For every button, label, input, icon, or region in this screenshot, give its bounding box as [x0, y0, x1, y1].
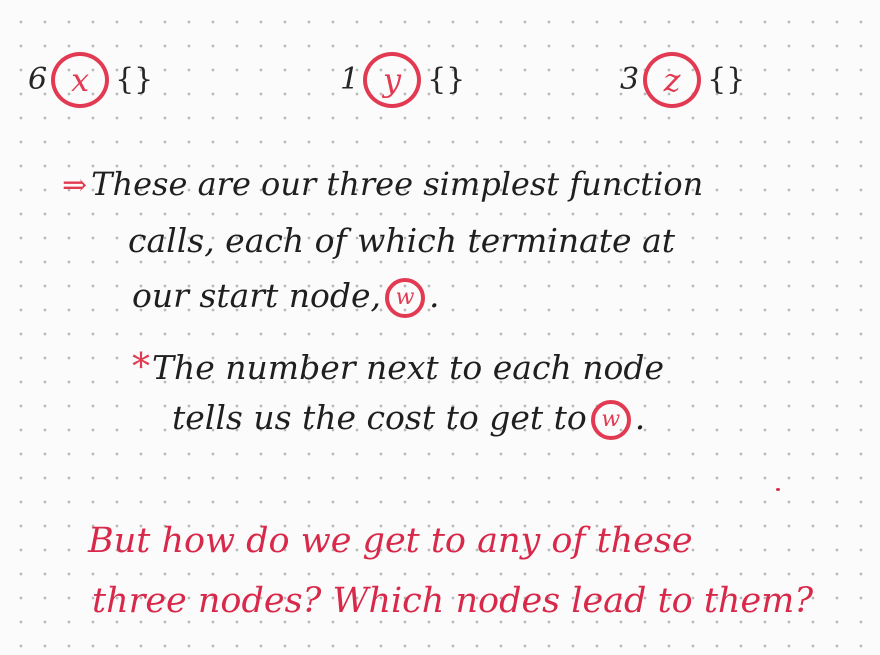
node-z-braces: {} — [707, 62, 746, 97]
node-x-group: 6 x {} — [28, 50, 153, 110]
note1-line3: our start node, w. — [132, 278, 440, 318]
note2-line2-period: . — [634, 398, 646, 437]
question-line1: But how do we get to any of these — [88, 521, 693, 561]
note1-line1: ⇒ These are our three simplest function — [62, 168, 703, 201]
question-line2: three nodes? Which nodes lead to them? — [92, 581, 814, 621]
note2-line1-text: The number next to each node — [152, 348, 664, 387]
note2-line2-text: tells us the cost to get to — [172, 398, 587, 437]
node-y-group: 1 y {} — [340, 50, 465, 110]
node-w-circle: w — [590, 400, 631, 440]
node-z-cost: 3 — [620, 62, 640, 97]
notebook-page: 6 x {} 1 y {} 3 z {} ⇒ These are our thre… — [0, 0, 880, 655]
double-arrow-icon: ⇒ — [62, 168, 88, 203]
node-x-circle: x — [51, 52, 110, 108]
note2-line2: tells us the cost to get to w. — [172, 400, 645, 440]
ink-speck — [776, 488, 780, 491]
note1-line3-text: our start node, — [132, 276, 382, 315]
node-y-braces: {} — [427, 62, 466, 97]
start-node-w-circle: w — [385, 278, 426, 318]
note1-line3-period: . — [429, 276, 440, 315]
node-x-braces: {} — [115, 62, 154, 97]
node-y-cost: 1 — [340, 62, 360, 97]
note1-line2: calls, each of which terminate at — [128, 221, 676, 260]
note1-line1-text: These are our three simplest function — [91, 165, 704, 203]
asterisk-icon: * — [132, 347, 150, 388]
note2-line1: *The number next to each node — [132, 350, 664, 386]
node-x-cost: 6 — [28, 62, 48, 97]
node-z-group: 3 z {} — [620, 50, 745, 110]
node-z-circle: z — [643, 52, 702, 108]
node-y-circle: y — [363, 52, 422, 108]
